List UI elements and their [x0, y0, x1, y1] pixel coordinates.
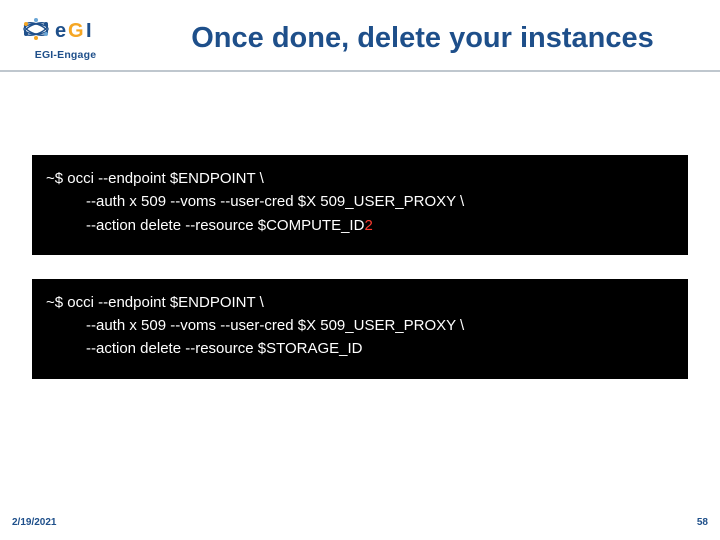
footer-page-number: 58	[697, 517, 708, 528]
code-highlight: 2	[364, 217, 372, 234]
code-line: --action delete --resource $STORAGE_ID	[46, 337, 674, 360]
slide-footer: 2/19/2021 58	[0, 510, 720, 540]
code-block-1: ~$ occi --endpoint $ENDPOINT \ --auth x …	[32, 155, 688, 255]
code-block-2: ~$ occi --endpoint $ENDPOINT \ --auth x …	[32, 279, 688, 379]
code-text: --action delete --resource $COMPUTE_ID	[86, 217, 364, 234]
egi-logo-icon: e G I	[20, 10, 112, 48]
logo-block: e G I EGI-Engage	[8, 10, 123, 61]
code-line: ~$ occi --endpoint $ENDPOINT \	[46, 170, 264, 187]
code-line: --action delete --resource $COMPUTE_ID2	[46, 214, 674, 237]
footer-date: 2/19/2021	[12, 517, 57, 528]
code-line: ~$ occi --endpoint $ENDPOINT \	[46, 294, 264, 311]
header-divider	[0, 70, 720, 72]
page-title: Once done, delete your instances	[123, 10, 702, 55]
svg-text:G: G	[68, 20, 84, 42]
svg-text:e: e	[55, 20, 66, 42]
svg-text:I: I	[86, 20, 92, 42]
code-line: --auth x 509 --voms --user-cred $X 509_U…	[46, 190, 674, 213]
slide-content: ~$ occi --endpoint $ENDPOINT \ --auth x …	[32, 155, 688, 403]
slide-header: e G I EGI-Engage Once done, delete your …	[0, 0, 720, 61]
logo-subtitle: EGI-Engage	[35, 49, 97, 61]
code-line: --auth x 509 --voms --user-cred $X 509_U…	[46, 314, 674, 337]
